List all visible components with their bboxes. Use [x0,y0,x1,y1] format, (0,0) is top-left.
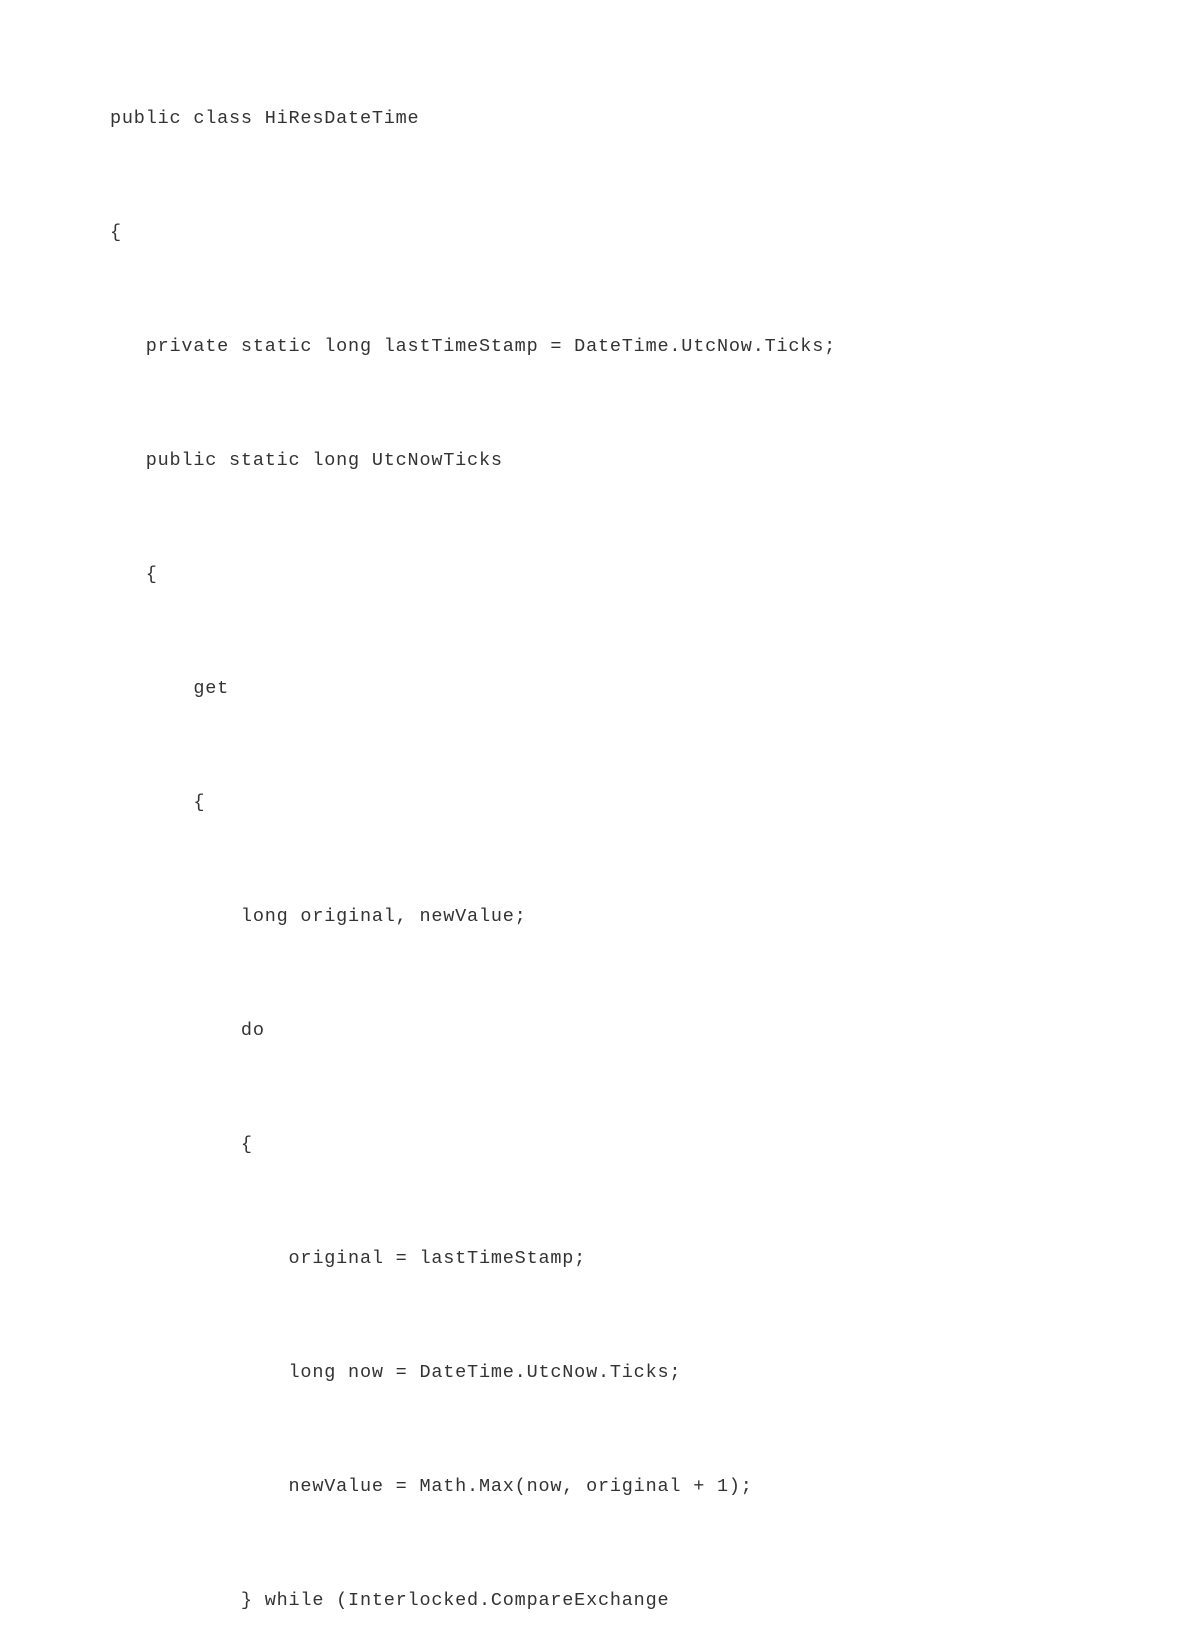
code-line: long original, newValue; [110,898,1026,936]
code-line: private static long lastTimeStamp = Date… [110,328,1026,366]
code-line: newValue = Math.Max(now, original + 1); [110,1468,1026,1506]
code-block: public class HiResDateTime { private sta… [110,24,1026,1640]
code-line: original = lastTimeStamp; [110,1240,1026,1278]
code-line: do [110,1012,1026,1050]
code-line: { [110,784,1026,822]
code-line: { [110,214,1026,252]
code-line: } while (Interlocked.CompareExchange [110,1582,1026,1620]
code-line: { [110,1126,1026,1164]
code-line: get [110,670,1026,708]
code-line: { [110,556,1026,594]
code-line: public static long UtcNowTicks [110,442,1026,480]
code-line: public class HiResDateTime [110,100,1026,138]
code-line: long now = DateTime.UtcNow.Ticks; [110,1354,1026,1392]
